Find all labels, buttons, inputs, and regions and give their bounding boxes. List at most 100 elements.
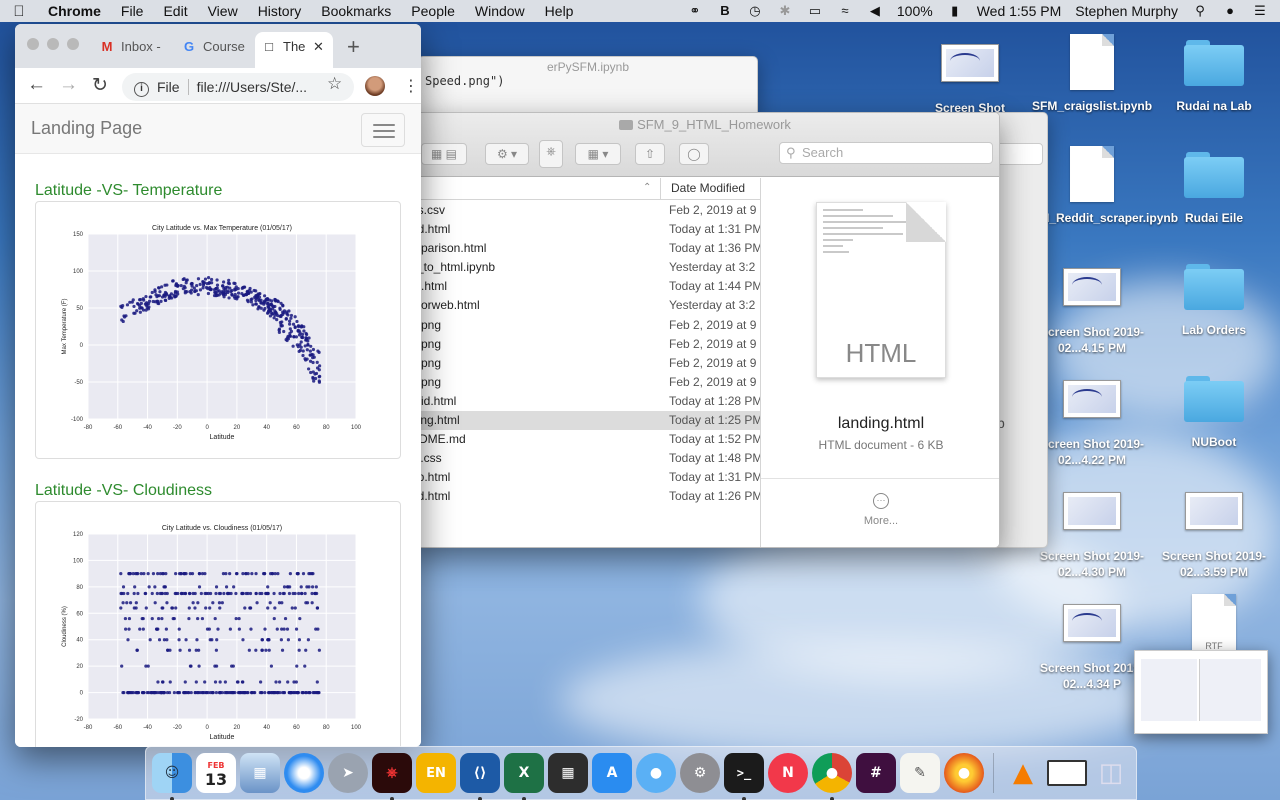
terminal-app-icon[interactable]: >_: [724, 753, 764, 800]
menu-bookmarks[interactable]: Bookmarks: [311, 3, 401, 19]
desktop-item[interactable]: RTF: [1154, 594, 1274, 654]
notification-center-icon[interactable]: ☰: [1252, 4, 1268, 18]
menu-window[interactable]: Window: [465, 3, 535, 19]
launchpad-app-icon[interactable]: ➤: [328, 753, 368, 793]
desktop-item[interactable]: Lab Orders: [1154, 264, 1274, 338]
pdf-tool-icon[interactable]: ⎈: [539, 140, 563, 168]
desktop-item[interactable]: Screen Shot 2019-02...3.59 PM: [1154, 492, 1274, 580]
window-thumbnail-icon[interactable]: [1047, 760, 1087, 786]
share-button[interactable]: ⇧: [635, 143, 665, 165]
file-row[interactable]: ADME.md Today at 1:52 PM: [411, 430, 761, 449]
more-menu-icon[interactable]: ⋮: [403, 76, 419, 96]
firefox-app-icon[interactable]: ●: [944, 753, 984, 793]
desktop-item[interactable]: Screen Shot: [910, 44, 1030, 116]
tag-button[interactable]: ◯: [679, 143, 709, 165]
evernote-app-icon[interactable]: EN: [416, 753, 456, 793]
background-search-field[interactable]: [993, 143, 1043, 165]
close-window-button[interactable]: [27, 38, 39, 50]
info-icon[interactable]: i: [134, 82, 149, 97]
time-machine-icon[interactable]: ◷: [747, 4, 763, 18]
menu-app-name[interactable]: Chrome: [38, 3, 111, 19]
tab-course[interactable]: G Course: [181, 32, 253, 68]
desktop-item[interactable]: SFM_craigslist.ipynb: [1032, 34, 1152, 114]
file-row[interactable]: ta.html Today at 1:44 PM: [411, 277, 761, 296]
desktop-item[interactable]: Screen Shot 2019-02...4.30 PM: [1032, 492, 1152, 580]
bluetooth-app-icon[interactable]: B: [717, 4, 733, 18]
new-tab-button[interactable]: +: [347, 34, 360, 60]
excel-app-icon[interactable]: X: [504, 753, 544, 800]
file-row[interactable]: y_to_html.ipynb Yesterday at 3:2: [411, 258, 760, 277]
desktop-item[interactable]: Screen Shot 2019-02...4.15 PM: [1032, 268, 1152, 356]
tab-the[interactable]: □ The ✕: [255, 32, 333, 68]
sort-caret-icon[interactable]: ⌃: [643, 182, 651, 193]
photo-app-icon[interactable]: ▦: [548, 753, 588, 793]
column-header-date[interactable]: Date Modified: [660, 178, 745, 200]
spotlight-icon[interactable]: ⚲: [1192, 4, 1208, 18]
menu-file[interactable]: File: [111, 3, 154, 19]
trash-icon[interactable]: ◫: [1091, 753, 1131, 793]
reload-icon[interactable]: ↻: [92, 74, 108, 97]
desktop-item[interactable]: NUBoot: [1154, 376, 1274, 450]
menu-edit[interactable]: Edit: [153, 3, 197, 19]
minimize-window-button[interactable]: [47, 38, 59, 50]
file-row[interactable]: le.css Today at 1:48 PM: [411, 449, 761, 468]
desktop-item[interactable]: Rudai Eile: [1154, 152, 1274, 226]
hamburger-menu-button[interactable]: [361, 113, 405, 147]
address-bar[interactable]: i File file:///Users/Ste/...: [122, 73, 354, 101]
creative-cloud-icon[interactable]: ⚭: [687, 4, 703, 18]
back-icon[interactable]: ←: [27, 74, 46, 96]
bluetooth-icon[interactable]: ✱: [777, 4, 793, 18]
file-row[interactable]: 1.png Feb 2, 2019 at 9: [411, 316, 760, 335]
calendar-app-icon[interactable]: FEB 13: [196, 753, 236, 793]
finder-search-input[interactable]: ⚲ Search: [779, 142, 993, 164]
file-row[interactable]: es.csv Feb 2, 2019 at 9: [411, 201, 760, 220]
profile-avatar[interactable]: [365, 76, 385, 96]
view-columns-button[interactable]: ▦ ▤: [421, 143, 467, 165]
battery-percent[interactable]: 100%: [897, 3, 933, 19]
app-store-icon[interactable]: A: [592, 753, 632, 793]
acrobat-app-icon[interactable]: ⎈: [372, 753, 412, 800]
more-icon[interactable]: ···: [873, 493, 889, 509]
messages-app-icon[interactable]: ●: [636, 753, 676, 793]
bookmark-star-icon[interactable]: ☆: [327, 74, 342, 94]
finder-app-icon[interactable]: ☺: [152, 753, 192, 800]
navbar-brand[interactable]: Landing Page: [31, 118, 142, 139]
wifi-icon[interactable]: ≈: [837, 4, 853, 18]
file-row[interactable]: ud.html Today at 1:31 PM: [411, 220, 761, 239]
desktop-item[interactable]: Screen Shot 2019-02...4.22 PM: [1032, 380, 1152, 468]
preview-app-icon[interactable]: ▦: [240, 753, 280, 793]
user-name[interactable]: Stephen Murphy: [1075, 3, 1178, 19]
clock[interactable]: Wed 1:55 PM: [977, 3, 1062, 19]
volume-icon[interactable]: ◀: [867, 4, 883, 18]
arrange-button[interactable]: ▦ ▾: [575, 143, 621, 165]
vlc-app-icon[interactable]: ▲: [1003, 753, 1043, 793]
menu-history[interactable]: History: [248, 3, 312, 19]
siri-icon[interactable]: ●: [1222, 4, 1238, 18]
screenshot-floating-thumbnail[interactable]: [1134, 650, 1268, 734]
menu-view[interactable]: View: [198, 3, 248, 19]
file-row[interactable]: mparison.html Today at 1:36 PM: [411, 239, 761, 258]
chrome-app-icon[interactable]: ●: [812, 753, 852, 800]
vscode-app-icon[interactable]: ⟨⟩: [460, 753, 500, 800]
file-row[interactable]: np.html Today at 1:31 PM: [411, 468, 761, 487]
forward-icon[interactable]: →: [59, 74, 78, 96]
file-row[interactable]: aforweb.html Yesterday at 3:2: [411, 296, 760, 315]
system-preferences-icon[interactable]: ⚙: [680, 753, 720, 793]
desktop-item[interactable]: FM_Reddit_scraper.ipynb: [1032, 146, 1178, 226]
safari-app-icon[interactable]: ✧: [284, 753, 324, 793]
news-app-icon[interactable]: N: [768, 753, 808, 793]
tab-inbox[interactable]: M Inbox -: [99, 32, 179, 68]
display-icon[interactable]: ▭: [807, 4, 823, 18]
battery-icon[interactable]: ▮: [947, 4, 963, 18]
chrome-window[interactable]: M Inbox - G Course □ The ✕ + ← → ↻ i File fil…: [15, 24, 421, 747]
apple-menu-icon[interactable]: : [0, 3, 38, 20]
desktop-item[interactable]: Rudai na Lab: [1154, 40, 1274, 114]
file-row[interactable]: ding.html Today at 1:25 PM: [411, 411, 761, 431]
more-button[interactable]: More...: [761, 515, 999, 527]
zoom-window-button[interactable]: [67, 38, 79, 50]
jupyter-window[interactable]: erPySFM.ipynb Speed.png"): [418, 56, 758, 116]
file-row[interactable]: 4.png Feb 2, 2019 at 9: [411, 373, 760, 392]
action-gear-button[interactable]: ⚙ ▾: [485, 143, 529, 165]
menu-people[interactable]: People: [401, 3, 465, 19]
menu-help[interactable]: Help: [535, 3, 584, 19]
